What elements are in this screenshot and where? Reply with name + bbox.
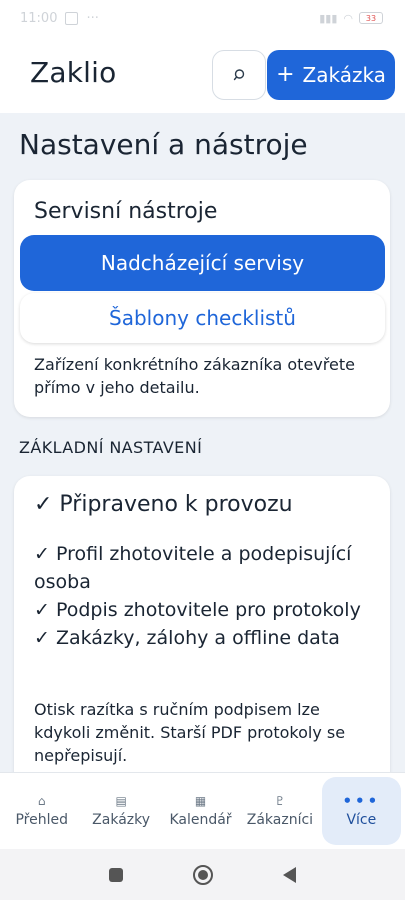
add-order-label: Zakázka: [302, 63, 386, 87]
basic-settings-heading: ZÁKLADNÍ NASTAVENÍ: [19, 438, 203, 457]
nav-label: Přehled: [15, 812, 68, 828]
more-icon: •••: [342, 792, 381, 810]
nav-label: Zakázky: [92, 812, 151, 828]
search-button[interactable]: [212, 50, 266, 100]
signal-icon: ▮▮▮: [319, 11, 338, 25]
nav-item-calendar[interactable]: ▦ Kalendář: [161, 773, 240, 849]
app-logo: Zaklio: [30, 56, 117, 89]
notification-icon: [65, 11, 79, 25]
nav-item-overview[interactable]: ⌂ Přehled: [2, 773, 81, 849]
app-header: Zaklio + Zakázka: [0, 36, 405, 113]
person-icon: ♇: [274, 794, 286, 808]
checklist-item: ✓ Zakázky, zálohy a offline data: [34, 627, 340, 649]
recent-apps-icon[interactable]: [109, 867, 123, 882]
readiness-title: ✓ Připraveno k provozu: [34, 492, 293, 517]
bottom-navigation: ⌂ Přehled ▤ Zakázky ▦ Kalendář ♇ Zákazní…: [0, 772, 405, 849]
service-tools-note: Zařízení konkrétního zákazníka otevřete …: [34, 355, 355, 397]
readiness-checklist: ✓ Profil zhotovitele a podepisující osob…: [34, 540, 379, 652]
system-navigation-bar: [0, 849, 405, 900]
checklist-templates-button[interactable]: Šablony checklistů: [20, 293, 385, 343]
home-button-icon[interactable]: [193, 864, 213, 885]
plus-icon: +: [276, 62, 295, 87]
service-tools-card: Servisní nástroje Nadcházející servisy Š…: [14, 180, 390, 417]
home-icon: ⌂: [37, 794, 46, 808]
calendar-icon: ▦: [194, 794, 207, 808]
nav-label: Více: [346, 812, 377, 828]
nav-label: Kalendář: [169, 812, 232, 828]
search-icon: [233, 69, 245, 81]
list-icon: ▤: [115, 794, 127, 808]
wifi-icon: ◠: [343, 11, 353, 25]
status-bar: 11:00 ··· ▮▮▮ ◠ 33: [0, 0, 405, 36]
nav-item-orders[interactable]: ▤ Zakázky: [81, 773, 160, 849]
nav-item-more[interactable]: ••• Více: [321, 777, 402, 845]
nav-item-customers[interactable]: ♇ Zákazníci: [240, 773, 319, 849]
upcoming-services-button[interactable]: Nadcházející servisy: [20, 235, 385, 291]
status-time: 11:00: [20, 10, 58, 26]
page-title: Nastavení a nástroje: [19, 128, 308, 161]
more-notifications-icon: ···: [86, 10, 99, 26]
stamp-note: Otisk razítka s ručním podpisem lze kdyk…: [34, 700, 346, 765]
service-tools-title: Servisní nástroje: [34, 199, 218, 224]
checklist-item: ✓ Podpis zhotovitele pro protokoly: [34, 599, 361, 621]
nav-label: Zákazníci: [246, 812, 314, 828]
back-icon[interactable]: [283, 866, 296, 883]
battery-icon: 33: [359, 12, 383, 24]
checklist-item: ✓ Profil zhotovitele a podepisující osob…: [34, 543, 352, 593]
add-order-button[interactable]: + Zakázka: [267, 50, 395, 100]
readiness-card: ✓ Připraveno k provozu ✓ Profil zhotovit…: [14, 476, 390, 806]
battery-level: 33: [365, 13, 377, 23]
